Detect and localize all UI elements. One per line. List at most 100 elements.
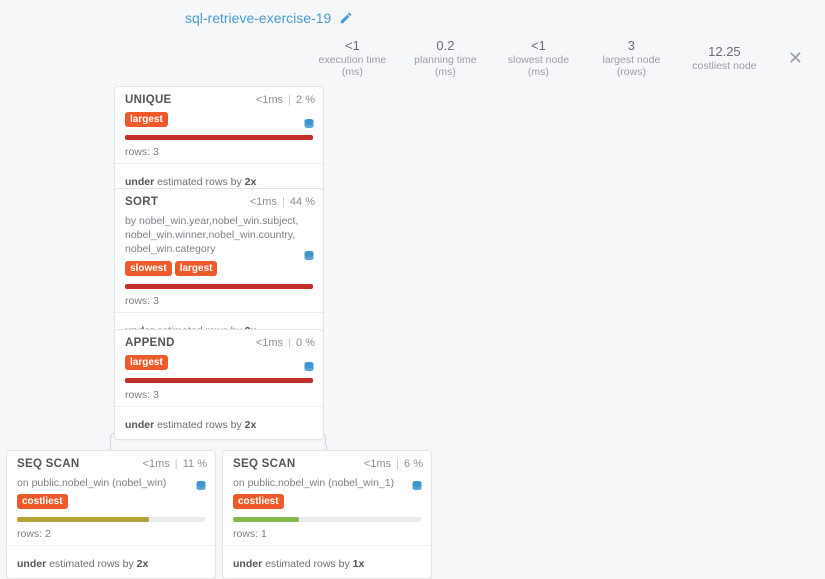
- database-icon[interactable]: [195, 479, 207, 496]
- stat-label: execution time (ms): [315, 54, 390, 78]
- node-badges: costliest: [233, 494, 421, 509]
- database-icon[interactable]: [303, 249, 315, 266]
- node-body: by nobel_win.year,nobel_win.subject, nob…: [115, 214, 323, 318]
- node-ms: <1ms: [250, 196, 277, 208]
- database-icon[interactable]: [303, 360, 315, 377]
- node-pct: 0 %: [296, 337, 315, 349]
- node-header: APPEND <1ms | 0 %: [115, 330, 323, 355]
- node-pct: 2 %: [296, 94, 315, 106]
- stat-label: planning time (ms): [408, 54, 483, 78]
- node-ms: <1ms: [364, 458, 391, 470]
- node-header: SORT <1ms | 44 %: [115, 189, 323, 214]
- stat-value: <1: [501, 38, 576, 53]
- node-body: on public.nobel_win (nobel_win) costlies…: [7, 476, 215, 551]
- divider: [115, 163, 323, 164]
- divider: [7, 545, 215, 546]
- stat-value: 3: [594, 38, 669, 53]
- node-bar: [125, 378, 313, 383]
- node-header: SEQ SCAN <1ms | 11 %: [7, 451, 215, 476]
- estimate-mid: estimated rows by: [262, 558, 352, 570]
- plan-node-unique[interactable]: UNIQUE <1ms | 2 % largest rows: 3 under …: [114, 86, 324, 197]
- node-bar: [233, 517, 421, 522]
- estimate-bold: under: [17, 558, 46, 570]
- stat-value: 12.25: [687, 44, 762, 59]
- node-bar-fill: [125, 135, 313, 140]
- node-name: SEQ SCAN: [17, 458, 79, 470]
- divider: [115, 312, 323, 313]
- node-rows: rows: 3: [125, 146, 313, 163]
- stat-plan-time: 0.2 planning time (ms): [408, 38, 483, 78]
- node-desc: on public.nobel_win (nobel_win): [17, 476, 205, 490]
- node-estimate: under estimated rows by 1x: [223, 551, 431, 578]
- badge-costliest: costliest: [233, 494, 284, 509]
- node-bar: [125, 135, 313, 140]
- badge-slowest: slowest: [125, 261, 172, 276]
- badge-largest: largest: [125, 112, 168, 127]
- database-icon[interactable]: [303, 117, 315, 134]
- stat-label: slowest node (ms): [501, 54, 576, 78]
- stat-exec-time: <1 execution time (ms): [315, 38, 390, 78]
- node-header: UNIQUE <1ms | 2 %: [115, 87, 323, 112]
- node-body: largest rows: 3: [115, 112, 323, 169]
- node-meta: <1ms | 2 %: [256, 94, 315, 106]
- plan-node-sort[interactable]: SORT <1ms | 44 % by nobel_win.year,nobel…: [114, 188, 324, 346]
- divider: [115, 406, 323, 407]
- node-rows: rows: 3: [125, 295, 313, 312]
- node-ms: <1ms: [256, 337, 283, 349]
- node-bar-fill: [17, 517, 149, 522]
- node-pct: 44 %: [290, 196, 315, 208]
- node-ms: <1ms: [143, 458, 170, 470]
- node-desc: by nobel_win.year,nobel_win.subject, nob…: [125, 214, 313, 257]
- node-pct: 11 %: [183, 458, 207, 470]
- node-bar: [125, 284, 313, 289]
- plan-node-seqscan-2[interactable]: SEQ SCAN <1ms | 6 % on public.nobel_win …: [222, 450, 432, 579]
- estimate-factor: 2x: [245, 176, 257, 188]
- node-badges: costliest: [17, 494, 205, 509]
- plan-node-seqscan-1[interactable]: SEQ SCAN <1ms | 11 % on public.nobel_win…: [6, 450, 216, 579]
- node-estimate: under estimated rows by 2x: [7, 551, 215, 578]
- node-bar-fill: [125, 284, 313, 289]
- node-desc: on public.nobel_win (nobel_win_1): [233, 476, 421, 490]
- estimate-bold: under: [233, 558, 262, 570]
- badge-costliest: costliest: [17, 494, 68, 509]
- node-header: SEQ SCAN <1ms | 6 %: [223, 451, 431, 476]
- estimate-mid: estimated rows by: [154, 176, 244, 188]
- badge-largest: largest: [175, 261, 218, 276]
- estimate-mid: estimated rows by: [154, 419, 244, 431]
- node-rows: rows: 2: [17, 528, 205, 545]
- node-bar-fill: [233, 517, 299, 522]
- estimate-bold: under: [125, 176, 154, 188]
- estimate-bold: under: [125, 419, 154, 431]
- node-name: SEQ SCAN: [233, 458, 295, 470]
- node-estimate: under estimated rows by 2x: [115, 412, 323, 439]
- node-badges: largest: [125, 355, 313, 370]
- node-meta: <1ms | 11 %: [143, 458, 207, 470]
- stat-costliest-node: 12.25 costliest node: [687, 44, 762, 72]
- stat-value: <1: [315, 38, 390, 53]
- stat-slowest-node: <1 slowest node (ms): [501, 38, 576, 78]
- estimate-factor: 2x: [137, 558, 149, 570]
- close-icon[interactable]: ✕: [780, 49, 807, 67]
- estimate-factor: 1x: [353, 558, 365, 570]
- stat-largest-node: 3 largest node (rows): [594, 38, 669, 78]
- node-badges: slowest largest: [125, 261, 313, 276]
- node-body: largest rows: 3: [115, 355, 323, 412]
- node-name: APPEND: [125, 337, 175, 349]
- node-rows: rows: 3: [125, 389, 313, 406]
- stat-value: 0.2: [408, 38, 483, 53]
- node-meta: <1ms | 0 %: [256, 337, 315, 349]
- node-meta: <1ms | 6 %: [364, 458, 423, 470]
- node-name: UNIQUE: [125, 94, 172, 106]
- node-pct: 6 %: [404, 458, 423, 470]
- plan-canvas: UNIQUE <1ms | 2 % largest rows: 3 under …: [0, 80, 825, 558]
- node-name: SORT: [125, 196, 158, 208]
- stat-label: costliest node: [687, 60, 762, 72]
- estimate-factor: 2x: [245, 419, 257, 431]
- database-icon[interactable]: [411, 479, 423, 496]
- edit-icon[interactable]: [339, 11, 353, 25]
- node-badges: largest: [125, 112, 313, 127]
- node-rows: rows: 1: [233, 528, 421, 545]
- node-body: on public.nobel_win (nobel_win_1) costli…: [223, 476, 431, 551]
- node-ms: <1ms: [256, 94, 283, 106]
- plan-node-append[interactable]: APPEND <1ms | 0 % largest rows: 3 under …: [114, 329, 324, 440]
